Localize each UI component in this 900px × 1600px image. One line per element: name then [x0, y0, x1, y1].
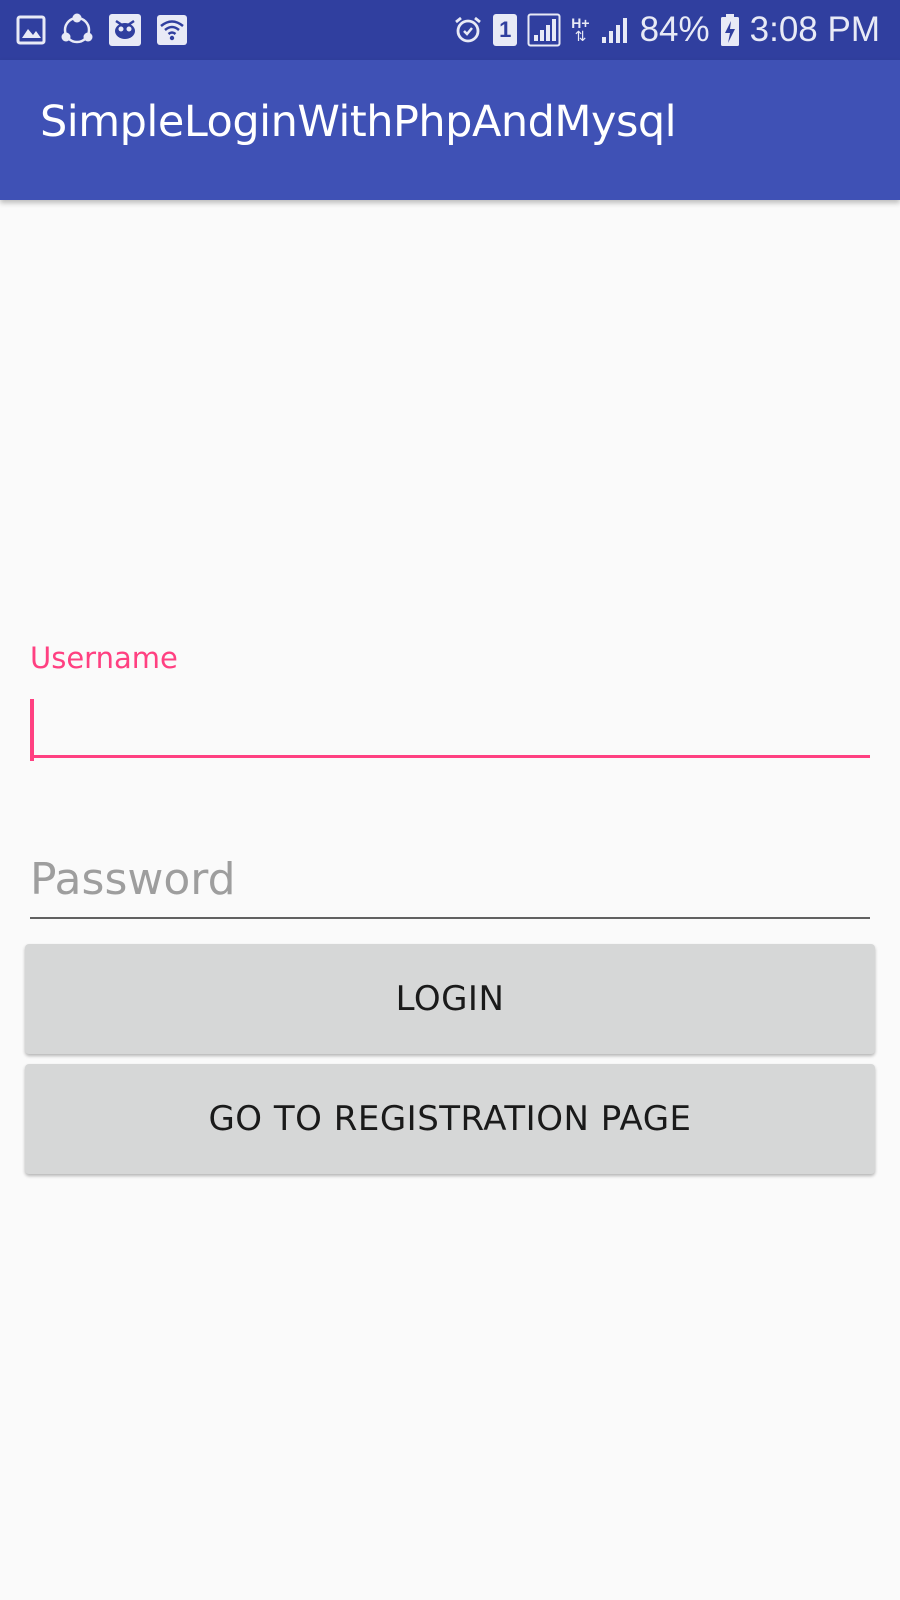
sim-1-icon: 1 [493, 14, 518, 46]
battery-charging-icon [720, 14, 739, 46]
notification-icons [16, 0, 188, 60]
sim-slot-number: 1 [499, 17, 512, 42]
app-title: SimpleLoginWithPhpAndMysql [40, 97, 677, 147]
login-button[interactable]: LOGIN [25, 944, 875, 1054]
share-sync-icon [61, 13, 93, 44]
cleaner-app-icon [109, 14, 141, 46]
username-input[interactable] [30, 690, 870, 758]
text-cursor [30, 699, 34, 761]
network-type: H+ [571, 15, 590, 31]
wifi-icon [157, 15, 187, 45]
data-arrows-glyph: ⇅ [574, 29, 587, 45]
app-bar: SimpleLoginWithPhpAndMysql [0, 60, 900, 200]
signal-1-icon [527, 13, 561, 47]
signal-2-icon [601, 18, 627, 43]
status-time: 3:08 PM [749, 10, 880, 49]
go-to-registration-button[interactable]: GO TO REGISTRATION PAGE [25, 1064, 875, 1174]
username-label: Username [30, 641, 178, 675]
status-bar: 1 H+ ⇅ 84% 3:08 PM [0, 0, 900, 60]
password-input[interactable] [30, 845, 870, 919]
data-arrows-icon: H+ ⇅ [571, 16, 589, 44]
system-icons: 1 H+ ⇅ 84% 3:08 PM [453, 0, 880, 60]
alarm-icon [455, 16, 482, 43]
gallery-icon [16, 15, 46, 45]
battery-percent: 84% [639, 10, 710, 49]
